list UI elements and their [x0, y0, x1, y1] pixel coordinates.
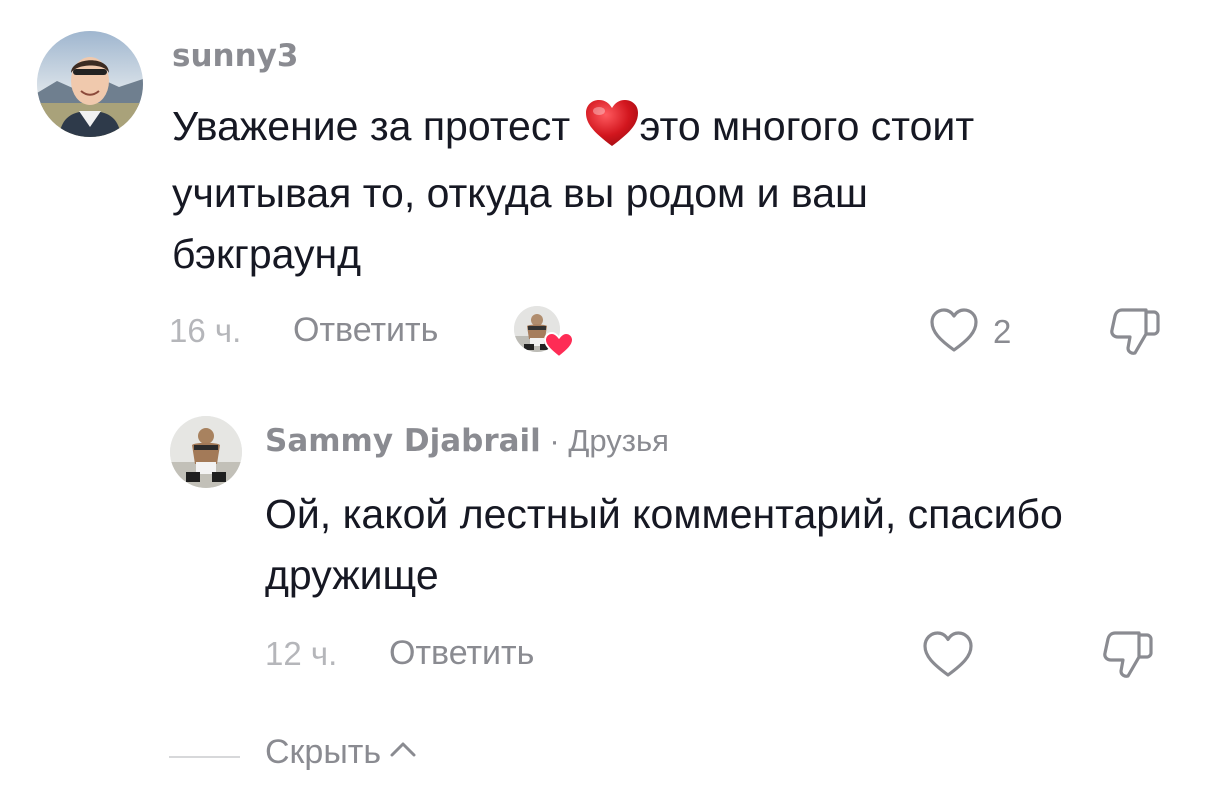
comment-text: Уважение за протест это многого стоит	[172, 97, 974, 163]
replier-username[interactable]: Sammy Djabrail	[265, 423, 541, 459]
reply-reply-button[interactable]: Ответить	[389, 634, 534, 673]
reply-like-button[interactable]	[922, 630, 974, 680]
collapse-divider	[169, 756, 240, 758]
comment-dislike-button[interactable]	[1108, 306, 1162, 358]
collapse-replies-button[interactable]: Скрыть	[265, 733, 418, 772]
comment-like-count: 2	[993, 313, 1012, 350]
comment-text-part-1: Уважение за протест	[172, 103, 582, 149]
commenter-avatar[interactable]	[37, 31, 143, 137]
heart-outline-icon	[923, 631, 973, 677]
thumbs-down-icon	[1110, 308, 1160, 355]
reply-timestamp: 12 ч.	[265, 635, 338, 672]
heart-badge-icon	[544, 332, 574, 358]
reply-relation-label: Друзья	[568, 423, 669, 458]
creator-liked-badge	[514, 306, 574, 358]
thumbs-down-icon	[1103, 631, 1153, 678]
reply-separator: ·	[540, 423, 569, 458]
reply-header: Sammy Djabrail · Друзья	[265, 423, 669, 459]
commenter-username[interactable]: sunny3	[172, 38, 298, 74]
chevron-up-icon	[390, 742, 416, 757]
heart-outline-icon	[930, 308, 978, 352]
comment-text-line-2: учитывая то, откуда вы родом и ваш	[172, 170, 868, 216]
reply-text-line-1: Ой, какой лестный комментарий, спасибо	[265, 491, 1063, 537]
collapse-label: Скрыть	[265, 733, 382, 771]
comment-like-button[interactable]	[929, 307, 979, 355]
reply-dislike-button[interactable]	[1101, 629, 1155, 681]
comment-text-part-2: это многого стоит	[639, 103, 975, 149]
comment-text-line-3: бэкграунд	[172, 231, 362, 277]
comment-timestamp: 16 ч.	[169, 312, 242, 349]
comment-reply-button[interactable]: Ответить	[293, 311, 438, 350]
red-heart-emoji	[584, 98, 640, 163]
replier-avatar[interactable]	[170, 416, 242, 488]
reply-text-line-2: дружище	[265, 552, 439, 598]
